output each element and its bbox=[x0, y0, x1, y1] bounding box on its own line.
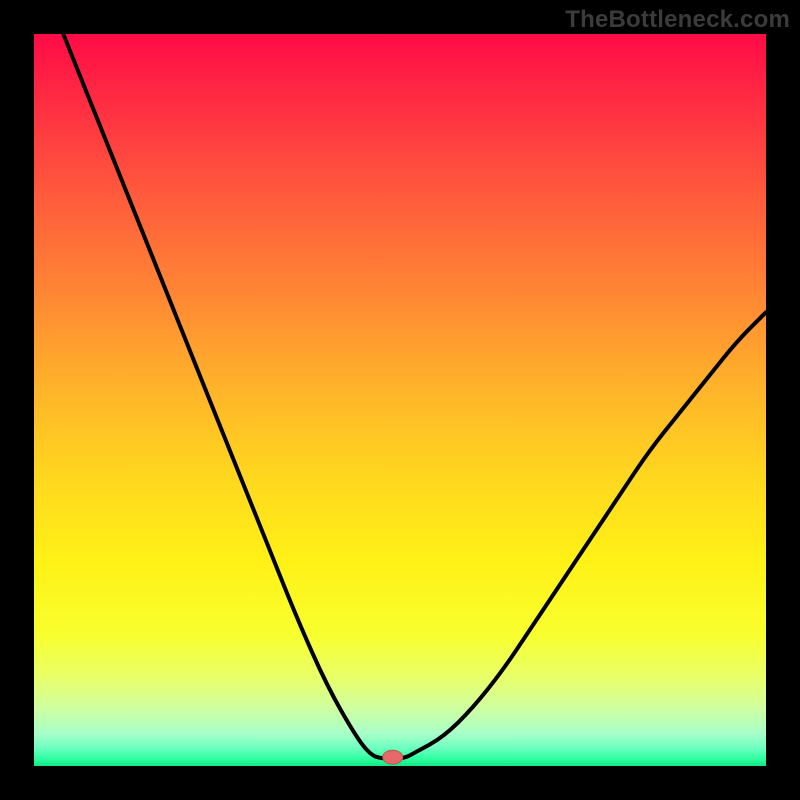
chart-frame: TheBottleneck.com bbox=[0, 0, 800, 800]
chart-svg bbox=[34, 34, 766, 766]
plot-area bbox=[34, 34, 766, 766]
optimal-point-marker bbox=[383, 750, 403, 764]
gradient-background bbox=[34, 34, 766, 766]
watermark-text: TheBottleneck.com bbox=[565, 6, 790, 34]
